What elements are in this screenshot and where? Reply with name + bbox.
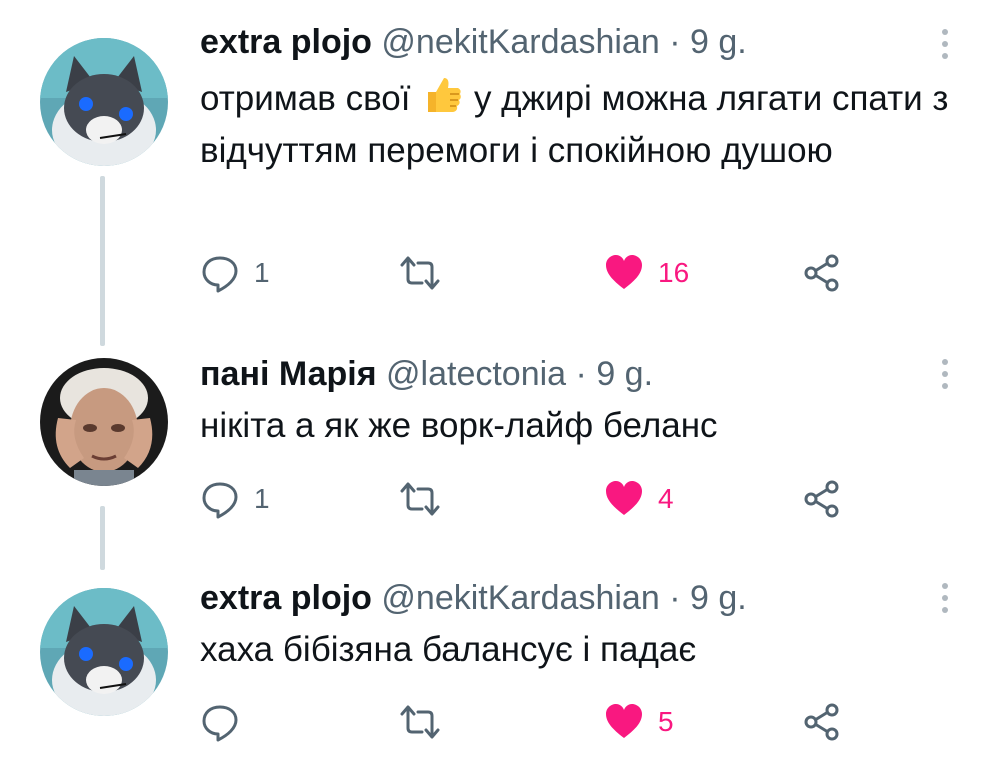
user-handle[interactable]: @latectonia: [386, 355, 566, 393]
like-button[interactable]: 4: [604, 475, 674, 523]
tweet-1[interactable]: extra plojo @nekitKardashian · 9 g. отри…: [0, 0, 997, 346]
thumbs-up-emoji-icon: [428, 78, 462, 112]
retweet-icon: [400, 705, 440, 739]
like-button[interactable]: 5: [604, 698, 674, 746]
share-button[interactable]: [802, 475, 842, 523]
heart-icon: [606, 481, 642, 515]
thread-line: [100, 176, 105, 346]
like-count: 4: [658, 483, 674, 514]
thread-line: [100, 506, 105, 570]
heart-icon: [606, 704, 642, 738]
reply-icon: [202, 256, 238, 293]
share-icon: [804, 254, 839, 292]
display-name[interactable]: extra plojo: [200, 579, 372, 617]
action-bar: 1 4: [200, 475, 900, 523]
reply-button[interactable]: [200, 698, 254, 746]
share-button[interactable]: [802, 249, 842, 297]
timestamp[interactable]: 9 g.: [596, 355, 653, 393]
retweet-button[interactable]: [398, 698, 456, 746]
more-icon[interactable]: [930, 354, 960, 394]
retweet-button[interactable]: [398, 475, 456, 523]
retweet-button[interactable]: [398, 249, 456, 297]
tweet-3[interactable]: extra plojo @nekitKardashian · 9 g. хаха…: [0, 570, 997, 768]
avatar-old-man[interactable]: [40, 358, 168, 486]
tweet-text: нікіта а як же ворк-лайф беланс: [200, 406, 718, 445]
tweet-text: отримав свої у джирі можна лягати спати …: [200, 72, 960, 177]
tweet-text-part: отримав свої: [200, 79, 411, 118]
share-button[interactable]: [802, 698, 842, 746]
reply-icon: [202, 705, 238, 742]
more-icon[interactable]: [930, 578, 960, 618]
action-bar: 1 16: [200, 249, 900, 297]
tweet-header: extra plojo @nekitKardashian · 9 g.: [200, 578, 747, 618]
share-icon: [804, 480, 839, 518]
reply-button[interactable]: 1: [200, 475, 270, 523]
tweet-2[interactable]: пані Марія @latectonia · 9 g. нікіта а я…: [0, 330, 997, 570]
separator-dot: ·: [669, 23, 681, 61]
like-button[interactable]: 16: [604, 249, 689, 297]
retweet-icon: [400, 482, 440, 516]
more-icon[interactable]: [930, 24, 960, 64]
avatar-cat[interactable]: [40, 38, 168, 166]
avatar-cat[interactable]: [40, 588, 168, 716]
display-name[interactable]: пані Марія: [200, 355, 377, 393]
timestamp[interactable]: 9 g.: [690, 579, 747, 617]
reply-button[interactable]: 1: [200, 249, 270, 297]
user-handle[interactable]: @nekitKardashian: [381, 579, 659, 617]
reply-icon: [202, 482, 238, 519]
separator-dot: ·: [669, 579, 681, 617]
retweet-icon: [400, 256, 440, 290]
user-handle[interactable]: @nekitKardashian: [381, 23, 659, 61]
share-icon: [804, 703, 839, 741]
display-name[interactable]: extra plojo: [200, 23, 372, 61]
like-count: 5: [658, 706, 674, 737]
separator-dot: ·: [575, 355, 587, 393]
tweet-header: пані Марія @latectonia · 9 g.: [200, 354, 653, 394]
tweet-header: extra plojo @nekitKardashian · 9 g.: [200, 22, 747, 62]
tweet-text: хаха бібізяна балансує і падає: [200, 630, 697, 669]
like-count: 16: [658, 257, 690, 288]
reply-count: 1: [254, 257, 270, 288]
reply-count: 1: [254, 483, 270, 514]
action-bar: 5: [200, 698, 900, 746]
timestamp[interactable]: 9 g.: [690, 23, 747, 61]
heart-icon: [606, 255, 642, 289]
